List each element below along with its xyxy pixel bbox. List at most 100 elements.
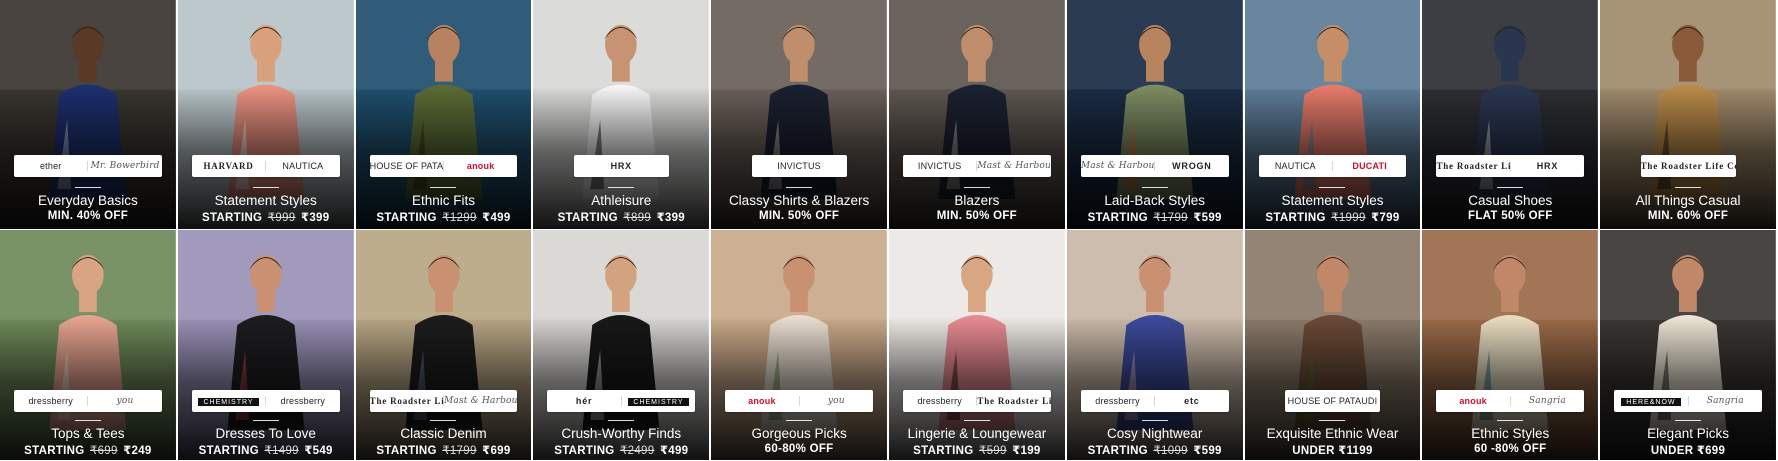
sale-price: ₹499: [482, 212, 511, 224]
category-tile[interactable]: HERE&NOW Sangria Elegant Picks UNDER ₹699: [1600, 230, 1778, 461]
offer-text: STARTING ₹1099 ₹599: [1067, 443, 1243, 457]
brand-logo: anouk: [443, 161, 517, 171]
offer-prefix: STARTING: [557, 212, 618, 224]
original-price: ₹1499: [264, 445, 299, 457]
brand-logo: Mast & Harbour: [1080, 161, 1155, 171]
category-tile[interactable]: The Roadster Life Co. All Things Casual MI…: [1600, 0, 1778, 230]
brand-logo-strip: dressberry you: [14, 390, 162, 412]
brand-logo-strip: Mast & Harbour WROGN: [1080, 155, 1229, 177]
category-tile[interactable]: HOUSE OF PATAUDIanouk Ethnic Fits STARTING…: [355, 0, 534, 230]
offer-prefix: 60-80% OFF: [764, 443, 834, 455]
offer-prefix: STARTING: [201, 212, 263, 224]
brand-logo: HRX: [1509, 161, 1584, 171]
offer-prefix: STARTING: [1265, 212, 1326, 224]
brand-logo: Mr. Bowerbird: [87, 161, 161, 171]
original-price: ₹1099: [1153, 445, 1188, 457]
category-tile[interactable]: HRX Athleisure STARTING ₹899 ₹399: [533, 0, 712, 230]
category-tile[interactable]: dressberry you Tops & Tees STARTING ₹699 ₹2…: [0, 230, 178, 461]
category-tile[interactable]: NAUTICA DUCATI Statement Styles STARTING ₹1…: [1244, 0, 1423, 230]
brand-logo: Sangria: [1687, 396, 1762, 406]
offer-text: STARTING ₹1799 ₹599: [1067, 210, 1243, 224]
category-title: Laid-Back Styles: [1104, 193, 1205, 208]
brand-logo: dressberry: [28, 396, 73, 406]
divider: [1319, 420, 1346, 421]
offer-prefix: STARTING: [376, 212, 437, 224]
brand-logo: anouk: [748, 396, 776, 406]
category-title: Statement Styles: [1281, 193, 1384, 208]
divider: [786, 420, 813, 421]
category-tile[interactable]: The Roadster Life Co.HRX Casual Shoes FLAT…: [1422, 0, 1601, 230]
offer-text: MIN. 50% OFF: [711, 210, 887, 222]
brand-logo-strip: anouk you: [725, 390, 873, 412]
brand-logo-strip: dressberry The Roadster Life Co.: [903, 390, 1051, 412]
category-tile[interactable]: anouk you Gorgeous Picks 60-80% OFF: [711, 230, 889, 461]
category-tile[interactable]: The Roadster Life Co.Mast & Harbour Class…: [355, 230, 534, 461]
category-tile[interactable]: ether Mr. Bowerbird Everyday Basics MIN. 40…: [0, 0, 178, 230]
brand-logo: you: [87, 396, 161, 406]
original-price: ₹1799: [1153, 212, 1188, 224]
brand-logo: The Roadster Life Co.: [369, 396, 443, 406]
divider: [786, 187, 813, 188]
offer-prefix: STARTING: [376, 445, 437, 457]
brand-logo: The Roadster Life Co.: [976, 396, 1051, 406]
category-tile[interactable]: INVICTUS Mast & Harbour Blazers MIN. 50% OF…: [888, 0, 1067, 230]
divider: [1141, 187, 1168, 188]
offer-prefix: STARTING: [913, 445, 974, 457]
offer-text: STARTING ₹1999 ₹799: [1245, 210, 1421, 224]
category-tile[interactable]: HOUSE OF PATAUDI Exquisite Ethnic Wear UND…: [1244, 230, 1423, 461]
brand-logo-strip: hér CHEMISTRY: [547, 390, 696, 412]
brand-logo-strip: HERE&NOW Sangria: [1614, 390, 1762, 412]
original-price: ₹699: [90, 445, 118, 457]
brand-logo: anouk: [1459, 396, 1487, 406]
brand-logo: CHEMISTRY: [620, 396, 695, 406]
brand-logo: HOUSE OF PATAUDI: [369, 161, 443, 171]
category-tile[interactable]: INVICTUS Classy Shirts & Blazers MIN. 50% …: [711, 0, 889, 230]
sale-price: ₹399: [301, 212, 330, 224]
divider: [1675, 187, 1702, 188]
sale-price: ₹599: [1193, 212, 1222, 224]
category-tile[interactable]: dressberry The Roadster Life Co. Lingerie …: [888, 230, 1067, 461]
divider: [1675, 420, 1702, 421]
category-tile[interactable]: HARVARD NAUTICA Statement Styles STARTING ₹…: [177, 0, 356, 230]
offer-text: STARTING ₹599 ₹199: [889, 443, 1065, 457]
category-title: Classic Denim: [400, 426, 487, 441]
sale-price: ₹799: [1371, 212, 1400, 224]
offer-prefix: STARTING: [198, 445, 259, 457]
offer-text: MIN. 50% OFF: [889, 210, 1065, 222]
category-title: Gorgeous Picks: [751, 426, 847, 441]
offer-prefix: MIN. 40% OFF: [47, 210, 129, 222]
brand-logo-strip: HOUSE OF PATAUDI: [1285, 390, 1380, 412]
category-tile[interactable]: hér CHEMISTRY Crush-Worthy Finds STARTING ₹…: [533, 230, 712, 461]
offer-prefix: 60 -80% OFF: [1474, 443, 1547, 455]
category-tile[interactable]: CHEMISTRY dressberry Dresses To Love STARTI…: [177, 230, 356, 461]
category-title: Dresses To Love: [215, 426, 316, 441]
brand-logo: The Roadster Life Co.: [1640, 161, 1736, 171]
brand-logo: INVICTUS: [917, 161, 962, 171]
category-banner-grid: ether Mr. Bowerbird Everyday Basics MIN. 40…: [0, 0, 1778, 461]
sale-price: ₹699: [1696, 445, 1726, 457]
brand-logo: dressberry: [1095, 396, 1140, 406]
divider: [963, 187, 990, 188]
brand-logo: NAUTICA: [1274, 161, 1316, 171]
offer-text: 60-80% OFF: [711, 443, 887, 455]
divider: [430, 420, 457, 421]
offer-text: UNDER ₹1199: [1245, 443, 1421, 457]
brand-logo: etc: [1154, 396, 1228, 406]
offer-text: STARTING ₹1499 ₹549: [178, 443, 354, 457]
category-title: Exquisite Ethnic Wear: [1266, 426, 1399, 441]
brand-logo-strip: INVICTUS: [751, 155, 847, 177]
category-title: Cosy Nightwear: [1107, 426, 1203, 441]
offer-prefix: UNDER: [1650, 445, 1694, 457]
sale-price: ₹1199: [1338, 445, 1373, 457]
offer-text: MIN. 40% OFF: [0, 210, 176, 222]
offer-prefix: MIN. 50% OFF: [936, 210, 1018, 222]
category-tile[interactable]: Mast & Harbour WROGN Laid-Back Styles START…: [1066, 0, 1245, 230]
category-title: Ethnic Fits: [411, 193, 475, 208]
offer-text: STARTING ₹2499 ₹499: [533, 443, 709, 457]
category-tile[interactable]: anouk Sangria Ethnic Styles 60 -80% OFF: [1422, 230, 1601, 461]
brand-logo-strip: INVICTUS Mast & Harbour: [903, 155, 1051, 177]
offer-text: FLAT 50% OFF: [1422, 210, 1598, 222]
divider: [74, 420, 101, 421]
offer-prefix: STARTING: [1087, 445, 1148, 457]
category-tile[interactable]: dressberry etc Cosy Nightwear STARTING ₹109…: [1066, 230, 1245, 461]
